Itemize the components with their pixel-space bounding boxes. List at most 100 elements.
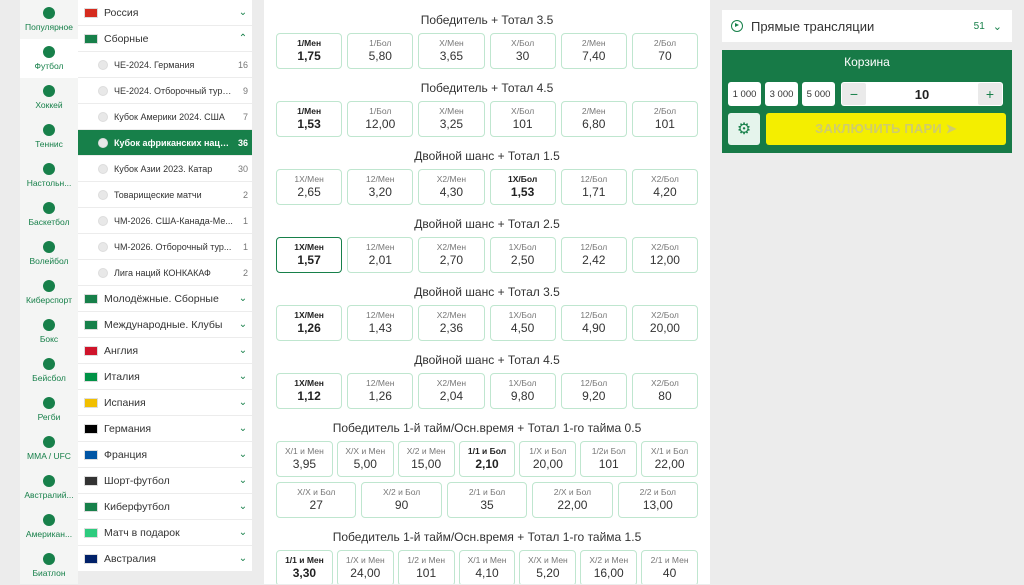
chevron-down-icon[interactable]: ⌄ <box>234 501 252 512</box>
odd-button[interactable]: 1/Мен 1,75 <box>276 33 343 69</box>
odd-button[interactable]: 12/Мен 3,20 <box>347 169 414 205</box>
chevron-down-icon[interactable]: ⌄ <box>234 345 252 356</box>
sport-item-12[interactable]: Австралий... <box>20 468 78 507</box>
odd-button[interactable]: 1Х/Мен 1,12 <box>276 373 343 409</box>
odd-button[interactable]: Х/Х и Мен 5,20 <box>519 550 577 584</box>
odd-button[interactable]: Х/1 и Мен 3,95 <box>276 441 333 477</box>
sport-item-10[interactable]: Регби <box>20 390 78 429</box>
chevron-down-icon[interactable]: ⌄ <box>234 475 252 486</box>
settings-gear-icon[interactable]: ⚙ <box>728 113 760 145</box>
league-item[interactable]: ЧМ-2026. Отборочный тур... 1 <box>78 234 252 259</box>
odd-button[interactable]: 12/Мен 2,01 <box>347 237 414 273</box>
odd-button[interactable]: Х2/Бол 80 <box>631 373 699 409</box>
odd-button[interactable]: Х/1 и Мен 4,10 <box>458 550 516 584</box>
odd-button[interactable]: 2/2 и Бол 13,00 <box>617 482 699 518</box>
chevron-down-icon[interactable]: ⌄ <box>234 553 252 564</box>
odd-button[interactable]: Х2/Бол 4,20 <box>631 169 699 205</box>
odd-button[interactable]: Х2/Мен 2,04 <box>418 373 485 409</box>
country-item[interactable]: Шорт-футбол ⌄ <box>78 468 252 493</box>
sport-item-1[interactable]: Футбол <box>20 39 78 78</box>
odd-button[interactable]: 1Х/Мен 1,26 <box>276 305 343 341</box>
country-item[interactable]: Сборные ⌃ <box>78 26 252 51</box>
odd-button[interactable]: 1/Х и Бол 20,00 <box>519 441 577 477</box>
odd-button[interactable]: Х/1 и Бол 22,00 <box>641 441 699 477</box>
chevron-down-icon[interactable]: ⌄ <box>234 527 252 538</box>
odd-button[interactable]: 12/Бол 2,42 <box>560 237 627 273</box>
chevron-down-icon[interactable]: ⌄ <box>234 7 252 18</box>
country-item[interactable]: Франция ⌄ <box>78 442 252 467</box>
country-item[interactable]: Испания ⌄ <box>78 390 252 415</box>
odd-button[interactable]: 2/Х и Бол 22,00 <box>532 482 613 518</box>
place-bet-button[interactable]: ЗАКЛЮЧИТЬ ПАРИ ➤ <box>766 113 1006 145</box>
odd-button[interactable]: 12/Бол 9,20 <box>560 373 627 409</box>
odd-button[interactable]: Х/2 и Бол 90 <box>361 482 442 518</box>
odd-button[interactable]: 1/2 и Мен 101 <box>397 550 455 584</box>
odd-button[interactable]: 1/1 и Мен 3,30 <box>276 550 333 584</box>
odd-button[interactable]: Х/Мен 3,25 <box>418 101 485 137</box>
stake-amount-input[interactable]: 10 <box>867 87 977 102</box>
amount-chip-3000[interactable]: 3 000 <box>765 82 798 106</box>
chevron-down-icon[interactable]: ⌄ <box>234 423 252 434</box>
amount-chip-1000[interactable]: 1 000 <box>728 82 761 106</box>
odd-button[interactable]: 1Х/Мен 2,65 <box>276 169 343 205</box>
league-item[interactable]: ЧЕ-2024. Отборочный турн... 9 <box>78 78 252 103</box>
live-streams-bar[interactable]: Прямые трансляции 51 ⌄ <box>722 10 1012 42</box>
amount-chip-5000[interactable]: 5 000 <box>802 82 835 106</box>
league-item[interactable]: ЧМ-2026. США-Канада-Ме... 1 <box>78 208 252 233</box>
odd-button[interactable]: 1Х/Бол 9,80 <box>489 373 556 409</box>
odd-button[interactable]: Х/Х и Бол 27 <box>276 482 357 518</box>
odd-button[interactable]: Х2/Мен 4,30 <box>418 169 485 205</box>
sport-item-14[interactable]: Биатлон <box>20 546 78 585</box>
sport-item-7[interactable]: Киберспорт <box>20 273 78 312</box>
odd-button[interactable]: 1Х/Бол 2,50 <box>489 237 556 273</box>
odd-button[interactable]: 2/Бол 70 <box>631 33 699 69</box>
odd-button[interactable]: 1/Мен 1,53 <box>276 101 343 137</box>
chevron-down-icon[interactable]: ⌄ <box>234 371 252 382</box>
league-item[interactable]: Лига наций КОНКАКАФ 2 <box>78 260 252 285</box>
country-item[interactable]: Международные. Клубы ⌄ <box>78 312 252 337</box>
odd-button[interactable]: 1/1 и Бол 2,10 <box>458 441 516 477</box>
sport-item-0[interactable]: Популярное <box>20 0 78 39</box>
odd-button[interactable]: 12/Мен 1,26 <box>347 373 414 409</box>
chevron-down-icon[interactable]: ⌄ <box>234 319 252 330</box>
country-item[interactable]: Киберфутбол ⌄ <box>78 494 252 519</box>
sport-item-4[interactable]: Настольн... <box>20 156 78 195</box>
chevron-down-icon[interactable]: ⌄ <box>234 449 252 460</box>
odd-button[interactable]: 1Х/Бол 4,50 <box>489 305 556 341</box>
country-item[interactable]: Германия ⌄ <box>78 416 252 441</box>
odd-button[interactable]: 12/Мен 1,43 <box>347 305 414 341</box>
odd-button[interactable]: 12/Бол 4,90 <box>560 305 627 341</box>
chevron-down-icon[interactable]: ⌄ <box>234 293 252 304</box>
league-item[interactable]: ЧЕ-2024. Германия 16 <box>78 52 252 77</box>
odd-button[interactable]: 1/2и Бол 101 <box>580 441 638 477</box>
odd-button[interactable]: 1/Бол 5,80 <box>347 33 414 69</box>
odd-button[interactable]: Х/2 и Мен 15,00 <box>397 441 455 477</box>
sport-item-13[interactable]: Американ... <box>20 507 78 546</box>
odd-button[interactable]: Х/Мен 3,65 <box>418 33 485 69</box>
chevron-down-icon[interactable]: ⌄ <box>234 397 252 408</box>
odd-button[interactable]: 12/Бол 1,71 <box>560 169 627 205</box>
league-item[interactable]: Кубок Америки 2024. США 7 <box>78 104 252 129</box>
minus-button[interactable]: − <box>842 83 866 105</box>
odd-button[interactable]: 1/Бол 12,00 <box>347 101 414 137</box>
country-item[interactable]: Англия ⌄ <box>78 338 252 363</box>
odd-button[interactable]: 2/Мен 7,40 <box>560 33 627 69</box>
plus-button[interactable]: + <box>978 83 1002 105</box>
odd-button[interactable]: Х2/Бол 20,00 <box>631 305 699 341</box>
odd-button[interactable]: Х/Бол 30 <box>489 33 556 69</box>
sport-item-2[interactable]: Хоккей <box>20 78 78 117</box>
sport-item-3[interactable]: Теннис <box>20 117 78 156</box>
chevron-down-icon[interactable]: ⌄ <box>993 20 1002 33</box>
odd-button[interactable]: 1Х/Мен 1,57 <box>276 237 343 273</box>
odd-button[interactable]: Х/2 и Мен 16,00 <box>580 550 638 584</box>
league-item[interactable]: Кубок африканских наций... 36 <box>78 130 252 155</box>
odd-button[interactable]: 2/1 и Бол 35 <box>446 482 528 518</box>
country-item[interactable]: Россия ⌄ <box>78 0 252 25</box>
sport-item-6[interactable]: Волейбол <box>20 234 78 273</box>
odd-button[interactable]: Х/Х и Мен 5,00 <box>336 441 394 477</box>
league-item[interactable]: Товарищеские матчи 2 <box>78 182 252 207</box>
odd-button[interactable]: Х2/Мен 2,36 <box>418 305 485 341</box>
odd-button[interactable]: 1Х/Бол 1,53 <box>489 169 556 205</box>
odd-button[interactable]: 1/Х и Мен 24,00 <box>336 550 394 584</box>
odd-button[interactable]: 2/Мен 6,80 <box>560 101 627 137</box>
